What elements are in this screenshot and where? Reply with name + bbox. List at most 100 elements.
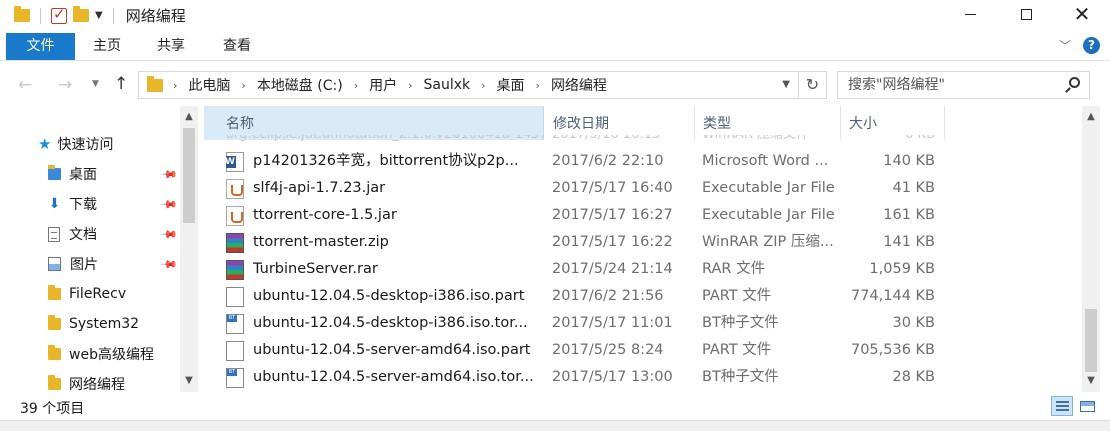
- scrollbar-thumb[interactable]: [1085, 309, 1097, 372]
- breadcrumb-current-folder[interactable]: 网络编程: [551, 75, 607, 95]
- sidebar-item-documents[interactable]: 文档 📌: [48, 221, 180, 247]
- scroll-up-icon[interactable]: ▲: [1082, 108, 1100, 126]
- table-row[interactable]: ubuntu-12.04.5-desktop-i386.iso.part 201…: [204, 283, 945, 310]
- table-row[interactable]: p14201326辛宽，bittorrent协议p2p... 2017/6/2 …: [204, 148, 945, 175]
- tab-home[interactable]: 主页: [77, 33, 137, 60]
- forward-arrow-icon[interactable]: →: [58, 75, 72, 95]
- file-type: WinRAR ZIP 压缩...: [702, 234, 834, 250]
- file-date: 2017/6/2 21:56: [552, 288, 664, 304]
- close-button[interactable]: ✕: [1054, 0, 1110, 28]
- breadcrumb-chevron-icon[interactable]: ›: [536, 79, 540, 92]
- breadcrumb-chevron-icon[interactable]: ›: [354, 79, 358, 92]
- breadcrumb-user[interactable]: Saulxk: [424, 77, 471, 93]
- pin-icon[interactable]: 📌: [159, 225, 178, 244]
- scroll-down-icon[interactable]: ▼: [1082, 372, 1100, 390]
- breadcrumb-local-disk[interactable]: 本地磁盘 (C:): [257, 75, 343, 95]
- file-type: WinRAR 压缩文件: [702, 135, 839, 145]
- new-folder-icon[interactable]: [73, 6, 89, 22]
- minimize-button[interactable]: [942, 0, 998, 28]
- sort-ascending-icon: ^: [376, 106, 385, 113]
- breadcrumb-users[interactable]: 用户: [369, 75, 397, 95]
- refresh-icon[interactable]: ↻: [798, 72, 826, 98]
- address-bar[interactable]: › 此电脑 › 本地磁盘 (C:) › 用户 › Saulxk › 桌面 › 网…: [138, 71, 827, 99]
- sidebar-item-label: 桌面: [69, 167, 97, 183]
- table-row[interactable]: ttorrent-core-1.5.jar 2017/5/17 16:27 Ex…: [204, 202, 945, 229]
- pin-icon[interactable]: 📌: [159, 195, 178, 214]
- sidebar-item-filerecv[interactable]: FileRecv: [48, 281, 180, 307]
- file-date: 2017/5/25 8:24: [552, 342, 664, 358]
- recent-locations-chevron-icon[interactable]: ▼: [92, 79, 99, 89]
- table-row[interactable]: ttorrent-master.zip 2017/5/17 16:22 WinR…: [204, 229, 945, 256]
- breadcrumb-chevron-icon[interactable]: ›: [408, 79, 412, 92]
- tab-share[interactable]: 共享: [141, 33, 201, 60]
- back-arrow-icon[interactable]: ←: [18, 75, 32, 95]
- properties-check-icon[interactable]: [51, 5, 67, 24]
- status-bar: 39 个项目: [0, 394, 1110, 420]
- file-name: ttorrent-core-1.5.jar: [253, 207, 397, 223]
- file-name-cell: ttorrent-core-1.5.jar: [226, 202, 544, 229]
- file-size: 161 KB: [883, 207, 935, 223]
- up-arrow-icon[interactable]: ↑: [114, 74, 128, 94]
- search-icon[interactable]: [1069, 77, 1080, 88]
- file-name-cell: ubuntu-12.04.5-server-amd64.iso.part: [226, 337, 544, 364]
- help-icon[interactable]: ?: [1083, 37, 1100, 54]
- file-name-cell: ubuntu-12.04.5-server-amd64.iso.tor...: [226, 364, 544, 391]
- table-row[interactable]: ubuntu-12.04.5-server-amd64.iso.tor... 2…: [204, 364, 945, 391]
- folder-icon: [48, 375, 61, 390]
- window-bottom-edge: [0, 420, 1110, 431]
- file-name: p14201326辛宽，bittorrent协议p2p...: [253, 153, 519, 169]
- search-input[interactable]: [846, 73, 1056, 97]
- maximize-button[interactable]: [998, 0, 1054, 28]
- title-bar: ▼ 网络编程 ✕: [0, 0, 1110, 30]
- window-title: 网络编程: [125, 7, 186, 25]
- table-row[interactable]: ubuntu-12.04.5-desktop-i386.iso.tor... 2…: [204, 310, 945, 337]
- expand-ribbon-chevron-icon[interactable]: ﹀: [1059, 37, 1071, 54]
- details-view-button[interactable]: [1051, 396, 1073, 416]
- file-name: slf4j-api-1.7.23.jar: [253, 180, 386, 196]
- navigation-pane-scrollbar[interactable]: ▲ ▼: [180, 106, 198, 392]
- address-dropdown-icon[interactable]: ▼: [782, 79, 790, 90]
- tab-view[interactable]: 查看: [207, 33, 267, 60]
- desktop-folder-icon: [48, 165, 61, 180]
- table-row[interactable]: ubuntu-12.04.5-server-amd64.iso.part 201…: [204, 337, 945, 364]
- table-row[interactable]: slf4j-api-1.7.23.jar 2017/5/17 16:40 Exe…: [204, 175, 945, 202]
- file-date: 2017/5/17 16:27: [552, 207, 673, 223]
- pin-icon[interactable]: 📌: [159, 165, 178, 184]
- sidebar-item-web-advanced[interactable]: web高级编程: [48, 341, 180, 367]
- breadcrumb-chevron-icon[interactable]: ›: [173, 79, 177, 92]
- file-size: 774,144 KB: [850, 288, 935, 304]
- sidebar-item-pictures[interactable]: 图片 📌: [48, 251, 180, 277]
- file-name: org.eclipse.jdt.annotation_2.1.0.v201604…: [226, 135, 544, 145]
- sidebar-item-downloads[interactable]: ⬇ 下载 📌: [48, 191, 180, 217]
- item-count: 39 个项目: [20, 401, 85, 417]
- file-date: 2017/5/17 13:00: [552, 369, 673, 385]
- breadcrumb-this-pc[interactable]: 此电脑: [188, 75, 230, 95]
- sidebar-item-system32[interactable]: System32: [48, 311, 180, 337]
- tab-file[interactable]: 文件: [6, 33, 75, 60]
- document-icon: [48, 226, 60, 242]
- scroll-up-icon[interactable]: ▲: [180, 108, 198, 126]
- quick-access-toolbar: ▼ 网络编程: [14, 5, 186, 26]
- file-name: TurbineServer.rar: [253, 261, 378, 277]
- pin-icon[interactable]: 📌: [159, 255, 178, 274]
- file-list-scrollbar[interactable]: ▲ ▼: [1082, 106, 1100, 392]
- winrar-archive-icon: [226, 259, 244, 280]
- customize-toolbar-dropdown-icon[interactable]: ▼: [95, 10, 103, 21]
- file-date: 2017/5/24 21:14: [552, 261, 673, 277]
- breadcrumb-chevron-icon[interactable]: ›: [241, 79, 245, 92]
- sidebar-item-desktop[interactable]: 桌面 📌: [48, 161, 180, 187]
- breadcrumb-desktop[interactable]: 桌面: [497, 75, 525, 95]
- breadcrumb-chevron-icon[interactable]: ›: [481, 79, 485, 92]
- details-view-icon: [1056, 401, 1069, 411]
- jar-file-icon: [226, 178, 244, 199]
- table-row[interactable]: TurbineServer.rar 2017/5/24 21:14 RAR 文件…: [204, 256, 945, 283]
- file-size: 1,059 KB: [869, 261, 935, 277]
- file-date: 2017/5/17 16:40: [552, 180, 673, 196]
- table-row-partial[interactable]: org.eclipse.jdt.annotation_2.1.0.v201604…: [204, 135, 945, 145]
- scroll-down-icon[interactable]: ▼: [180, 372, 198, 390]
- file-name: ubuntu-12.04.5-server-amd64.iso.tor...: [253, 369, 534, 385]
- large-icons-view-button[interactable]: [1076, 396, 1098, 416]
- scrollbar-thumb[interactable]: [183, 128, 195, 223]
- sidebar-item-label: 文档: [69, 227, 97, 243]
- maximize-icon: [1020, 8, 1032, 20]
